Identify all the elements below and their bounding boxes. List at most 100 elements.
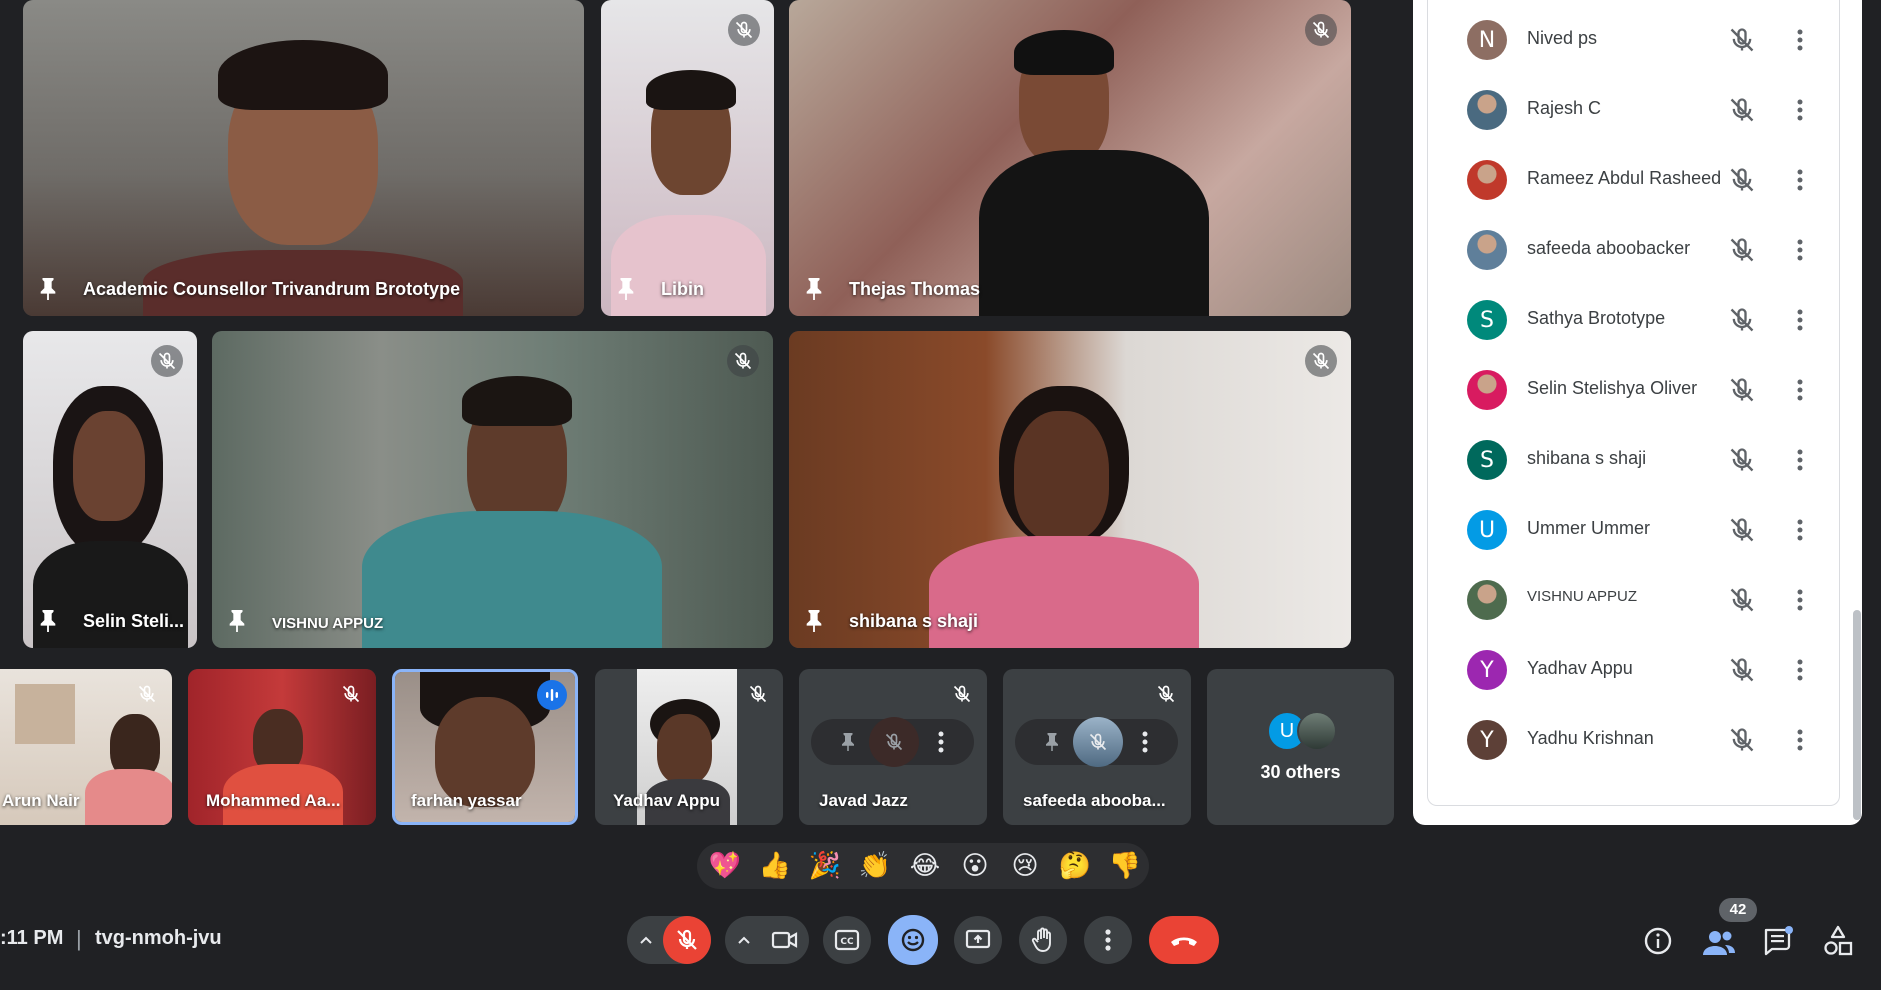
activities-icon[interactable]	[1821, 924, 1855, 958]
more-options-icon[interactable]	[1786, 726, 1814, 754]
more-options-icon[interactable]	[1786, 516, 1814, 544]
video-tile-libin[interactable]: Libin	[601, 0, 774, 316]
reaction-emoji[interactable]: 😢	[1008, 849, 1042, 883]
video-tile-arun-nair[interactable]: Arun Nair	[0, 669, 172, 825]
leave-call-button[interactable]	[1149, 916, 1219, 964]
video-tile-safeeda[interactable]: safeeda abooba...	[1003, 669, 1191, 825]
participant-row[interactable]: VISHNU APPUZ	[1428, 560, 1839, 630]
reaction-emoji[interactable]: 👎	[1108, 849, 1142, 883]
reaction-emoji[interactable]: 😂	[908, 849, 942, 883]
chevron-up-icon[interactable]	[639, 933, 653, 947]
participant-row[interactable]: Sshibana s shaji	[1428, 420, 1839, 490]
more-options-icon[interactable]	[1786, 376, 1814, 404]
more-options-icon[interactable]	[1786, 446, 1814, 474]
meeting-details-icon[interactable]	[1641, 924, 1675, 958]
pin-icon[interactable]	[615, 276, 637, 302]
pin-icon[interactable]	[37, 276, 59, 302]
chat-icon[interactable]	[1761, 924, 1795, 958]
more-options-icon[interactable]	[1786, 656, 1814, 684]
more-options-icon[interactable]	[1786, 306, 1814, 334]
participant-name: Thejas Thomas	[849, 279, 981, 299]
chevron-up-icon[interactable]	[737, 933, 751, 947]
participant-name: Nived ps	[1527, 28, 1598, 48]
mic-toggle-button[interactable]	[627, 916, 711, 964]
pin-icon[interactable]	[226, 608, 248, 634]
participant-row[interactable]: Selin Stelishya Oliver	[1428, 350, 1839, 420]
participant-row[interactable]: Rajesh C	[1428, 70, 1839, 140]
video-tile-academic-counsellor[interactable]: Academic Counsellor Trivandrum Brototype	[23, 0, 584, 316]
avatar: U	[1467, 510, 1507, 550]
mic-off-icon[interactable]	[1728, 586, 1756, 614]
participant-row[interactable]: S Sathya Brototype	[1428, 280, 1839, 350]
reaction-emoji[interactable]: 😮	[958, 849, 992, 883]
participant-video	[23, 331, 197, 648]
more-options-icon[interactable]	[1786, 166, 1814, 194]
more-options-icon[interactable]	[1786, 586, 1814, 614]
mic-off-icon[interactable]	[1728, 26, 1756, 54]
participant-row[interactable]: Rameez Abdul Rasheed	[1428, 140, 1839, 210]
video-tile-mohammed[interactable]: Mohammed Aa...	[188, 669, 376, 825]
mic-off-icon	[1151, 679, 1181, 709]
hand-icon	[1031, 927, 1051, 952]
participant-name: Selin Steli...	[83, 611, 185, 631]
participant-video	[789, 331, 1351, 648]
present-screen-button[interactable]	[954, 916, 1002, 964]
captions-button[interactable]: CC	[823, 916, 871, 964]
mic-off-icon[interactable]	[1728, 306, 1756, 334]
participant-name: Javad Jazz	[819, 791, 908, 810]
mic-off-icon[interactable]	[1728, 96, 1756, 124]
mic-off-icon[interactable]	[1728, 376, 1756, 404]
participant-name: Rajesh C	[1527, 98, 1602, 118]
raise-hand-button[interactable]	[1019, 916, 1067, 964]
mic-off-icon[interactable]	[1728, 726, 1756, 754]
mic-off-icon	[132, 679, 162, 709]
mic-off-icon[interactable]	[1728, 166, 1756, 194]
pin-icon[interactable]	[803, 608, 825, 634]
reaction-emoji[interactable]: 👏	[858, 849, 892, 883]
divider: |	[76, 926, 82, 951]
video-tile-selin[interactable]: Selin Steli...	[23, 331, 197, 648]
more-options-icon[interactable]	[1141, 730, 1149, 754]
more-options-icon[interactable]	[1786, 236, 1814, 264]
more-options-icon[interactable]	[1786, 96, 1814, 124]
reactions-bar: 💖 👍 🎉 👏 😂 😮 😢 🤔 👎	[697, 843, 1149, 889]
more-options-icon[interactable]	[1786, 26, 1814, 54]
more-options-button[interactable]	[1084, 916, 1132, 964]
avatar: S	[1467, 300, 1507, 340]
participant-row[interactable]: safeeda aboobacker	[1428, 210, 1839, 280]
video-tile-yadhav-appu[interactable]: Yadhav Appu	[595, 669, 783, 825]
pin-icon[interactable]	[839, 731, 857, 753]
reaction-emoji[interactable]: 👍	[758, 849, 792, 883]
mic-off-button[interactable]	[663, 916, 711, 964]
more-options-icon[interactable]	[937, 730, 945, 754]
people-icon	[1703, 931, 1735, 955]
pin-icon[interactable]	[803, 276, 825, 302]
participant-row[interactable]: U Ummer Ummer	[1428, 490, 1839, 560]
reaction-emoji[interactable]: 🎉	[808, 849, 842, 883]
participant-row[interactable]: Y Yadhav Appu	[1428, 630, 1839, 700]
camera-icon	[771, 931, 798, 949]
participant-row[interactable]: N Nived ps	[1428, 0, 1839, 70]
video-tile-shibana[interactable]: shibana s shaji	[789, 331, 1351, 648]
video-tile-vishnu-appuz[interactable]: VISHNU APPUZ	[212, 331, 773, 648]
mic-off-icon[interactable]	[1728, 516, 1756, 544]
pin-icon[interactable]	[1043, 731, 1061, 753]
video-tile-farhan-yassar[interactable]: farhan yassar	[392, 669, 578, 825]
reaction-emoji[interactable]: 💖	[708, 849, 742, 883]
mic-off-icon[interactable]	[1728, 236, 1756, 264]
send-reaction-button[interactable]	[888, 915, 938, 965]
others-tile[interactable]: U 30 others	[1207, 669, 1394, 825]
meeting-time: :11 PM	[0, 927, 64, 949]
scrollbar[interactable]	[1853, 610, 1861, 820]
speaking-indicator-icon	[537, 680, 567, 710]
camera-toggle-button[interactable]	[725, 916, 809, 964]
participant-name: Academic Counsellor Trivandrum Brototype	[83, 279, 461, 299]
mic-off-icon[interactable]	[1728, 446, 1756, 474]
reaction-emoji[interactable]: 🤔	[1058, 849, 1092, 883]
video-tile-javad-jazz[interactable]: Javad Jazz	[799, 669, 987, 825]
pin-icon[interactable]	[37, 608, 59, 634]
mic-off-icon[interactable]	[1728, 656, 1756, 684]
participant-row[interactable]: Y Yadhu Krishnan	[1428, 700, 1839, 770]
video-tile-thejas-thomas[interactable]: Thejas Thomas	[789, 0, 1351, 316]
participants-button[interactable]	[1697, 922, 1741, 962]
